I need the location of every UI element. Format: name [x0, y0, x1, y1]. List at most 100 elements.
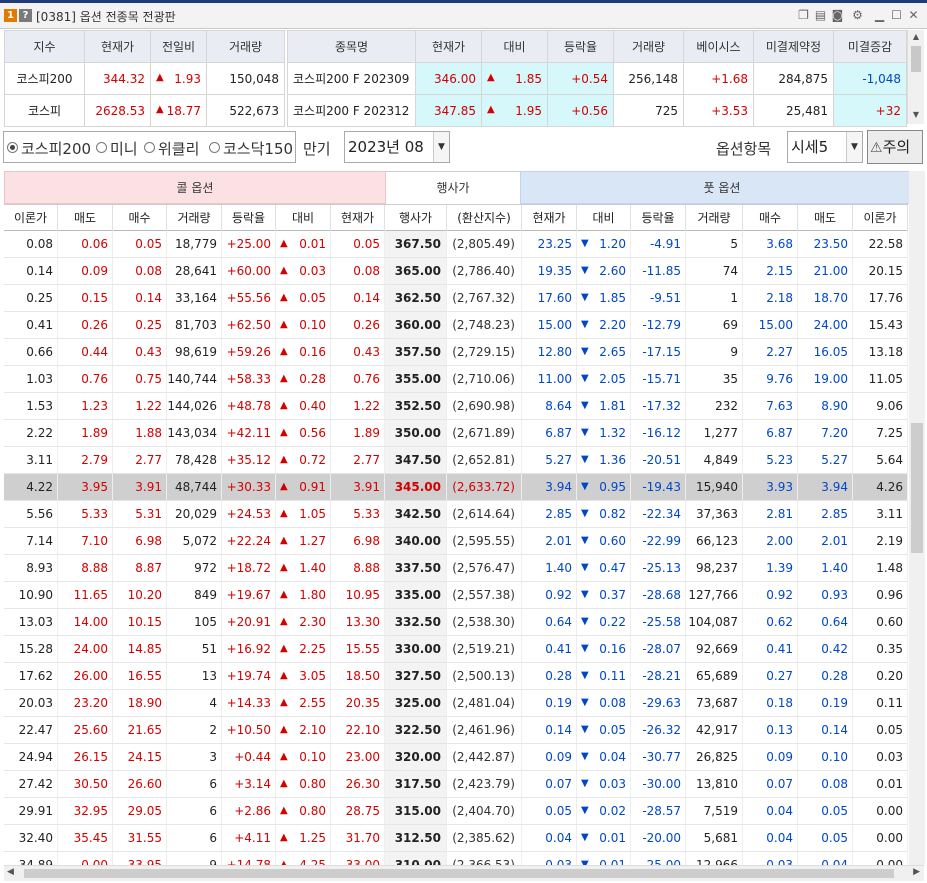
call-bid: 0.14: [113, 285, 167, 311]
up-arrow-icon: ▲: [280, 373, 288, 384]
screen-number-badge[interactable]: 1: [4, 9, 17, 22]
board-horizontal-scrollbar[interactable]: ◀ ▶: [4, 865, 924, 881]
put-rate: -26.32: [631, 717, 686, 743]
warning-button[interactable]: ⚠주의: [867, 130, 923, 164]
strike-row[interactable]: 17.62 26.00 16.55 13 +19.74 ▲ 3.05 18.50 327.50(…: [4, 663, 908, 690]
strike-row[interactable]: 13.03 14.00 10.15 105 +20.91 ▲ 2.30 13.30 332.50…: [4, 609, 908, 636]
col-call-theoretical[interactable]: 이론가: [4, 205, 58, 231]
put-change: ▼ 2.60: [577, 258, 631, 284]
put-rate: -28.21: [631, 663, 686, 689]
strike-row[interactable]: 34.89 0.00 33.95 9 +14.78 ▲ 4.25 33.00 310.00 (2,…: [4, 852, 908, 865]
strike-row[interactable]: 0.66 0.44 0.43 98,619 +59.26 ▲ 0.16 0.43 357.50(…: [4, 339, 908, 366]
radio-empty-icon: [144, 142, 155, 153]
copy-icon[interactable]: ❐: [797, 8, 810, 22]
settings-icon[interactable]: ⚙: [851, 8, 864, 22]
col-put-bid[interactable]: 매수: [743, 205, 798, 231]
up-arrow-icon: ▲: [280, 427, 288, 438]
call-change: ▲ 1.27: [276, 528, 331, 554]
col-put-volume[interactable]: 거래량: [686, 205, 743, 231]
strike-row[interactable]: 22.47 25.60 21.65 2 +10.50 ▲ 2.10 22.10 322.50 (2…: [4, 717, 908, 744]
option-items-select[interactable]: 시세5 ▼: [787, 131, 863, 163]
strike-row[interactable]: 15.28 24.00 14.85 51 +16.92 ▲ 2.25 15.55 330.00(…: [4, 636, 908, 663]
strike-row[interactable]: 1.53 1.23 1.22 144,026 +48.78 ▲ 0.40 1.22 352.50…: [4, 393, 908, 420]
strike-row[interactable]: 20.03 23.20 18.90 4 +14.33 ▲ 2.55 20.35 325.00 (2…: [4, 690, 908, 717]
call-change-value: 2.10: [299, 723, 326, 737]
strike-row[interactable]: 32.40 35.45 31.55 6 +4.11 ▲ 1.25 31.70 312.50 (2,…: [4, 825, 908, 852]
col-put-price[interactable]: 현재가: [522, 205, 577, 231]
col-call-bid[interactable]: 매수: [113, 205, 167, 231]
put-change: ▼ 0.04: [577, 744, 631, 770]
strike-row[interactable]: 24.94 26.15 24.15 3 +0.44 ▲ 0.10 23.00 320.00 (2,…: [4, 744, 908, 771]
call-price: 3.91: [331, 474, 385, 500]
call-rate: +55.56: [222, 285, 276, 311]
call-volume: 48,744: [167, 474, 222, 500]
strike-price: 352.50: [385, 393, 447, 419]
col-call-volume[interactable]: 거래량: [167, 205, 222, 231]
index-row[interactable]: 코스피200 344.32 ▲ 1.93 150,048: [4, 62, 285, 95]
strike-row[interactable]: 29.91 32.95 29.05 6 +2.86 ▲ 0.80 28.75 315.00 (2,…: [4, 798, 908, 825]
strike-row[interactable]: 10.90 11.65 10.20 849 +19.67 ▲ 1.80 10.95 335.00…: [4, 582, 908, 609]
strike-row[interactable]: 7.14 7.10 6.98 5,072 +22.24 ▲ 1.27 6.98 340.00 (2…: [4, 528, 908, 555]
call-price: 26.30: [331, 771, 385, 797]
maximize-icon[interactable]: ☐: [890, 8, 903, 22]
call-rate: +25.00: [222, 231, 276, 257]
col-call-rate[interactable]: 등락율: [222, 205, 276, 231]
camera-icon[interactable]: ◙: [831, 8, 844, 22]
index-row[interactable]: 코스피 2628.53 ▲ 18.77 522,673: [4, 94, 285, 127]
col-call-price[interactable]: 현재가: [331, 205, 385, 231]
chevron-down-icon[interactable]: ▼: [846, 132, 862, 162]
board-vertical-scrollbar[interactable]: [909, 171, 925, 865]
col-call-change[interactable]: 대비: [276, 205, 331, 231]
col-put-theoretical[interactable]: 이론가: [853, 205, 908, 231]
index-volume: 150,048: [206, 62, 285, 95]
scroll-up-icon[interactable]: ▲: [908, 32, 924, 41]
col-put-change[interactable]: 대비: [577, 205, 631, 231]
strike-row[interactable]: 0.14 0.09 0.08 28,641 +60.00 ▲ 0.03 0.08 365.00(…: [4, 258, 908, 285]
close-icon[interactable]: ✕: [907, 8, 920, 22]
scroll-right-icon[interactable]: ▶: [913, 867, 920, 877]
strike-row[interactable]: 2.22 1.89 1.88 143,034 +42.11 ▲ 0.56 1.89 350.00…: [4, 420, 908, 447]
put-price: 12.80: [522, 339, 577, 365]
col-strike[interactable]: 행사가: [385, 205, 447, 231]
put-rate: -19.43: [631, 474, 686, 500]
scroll-thumb[interactable]: [911, 423, 923, 553]
strike-row[interactable]: 8.93 8.88 8.87 972 +18.72 ▲ 1.40 8.88 337.50 (2,5…: [4, 555, 908, 582]
expiry-select[interactable]: 2023년 08 ▼: [344, 131, 450, 163]
scroll-down-icon[interactable]: ▼: [908, 110, 924, 119]
call-change: ▲ 2.55: [276, 690, 331, 716]
scroll-thumb[interactable]: [911, 46, 921, 72]
radio-mini[interactable]: 미니: [96, 138, 138, 159]
window-icon[interactable]: ▤: [814, 8, 827, 22]
strike-row[interactable]: 0.25 0.15 0.14 33,164 +55.56 ▲ 0.05 0.14 362.50(…: [4, 285, 908, 312]
futures-change-cell: ▲ 1.85: [481, 62, 548, 95]
strike-row[interactable]: 1.03 0.76 0.75 140,744 +58.33 ▲ 0.28 0.76 355.00…: [4, 366, 908, 393]
strike-row[interactable]: 0.08 0.06 0.05 18,779 +25.00 ▲ 0.01 0.05 367.50(…: [4, 231, 908, 258]
put-rate: -17.15: [631, 339, 686, 365]
help-badge[interactable]: ?: [19, 9, 32, 22]
col-call-ask[interactable]: 매도: [58, 205, 113, 231]
scroll-thumb[interactable]: [24, 869, 894, 878]
radio-label: 코스닥150: [223, 140, 294, 158]
minimize-icon[interactable]: ▁: [873, 8, 886, 22]
col-converted-index[interactable]: (환산지수): [447, 205, 522, 231]
atm-row[interactable]: 4.22 3.95 3.91 48,744 +30.33 ▲ 0.91 3.91 345.00(…: [4, 474, 908, 501]
col-put-rate[interactable]: 등락율: [631, 205, 686, 231]
radio-weekly[interactable]: 위클리: [144, 138, 199, 159]
chevron-down-icon[interactable]: ▼: [433, 132, 449, 162]
call-change: ▲ 0.56: [276, 420, 331, 446]
radio-kospi200[interactable]: 코스피200: [7, 138, 91, 159]
down-arrow-icon: ▼: [581, 265, 589, 276]
call-rate: +19.67: [222, 582, 276, 608]
radio-kosdaq150[interactable]: 코스닥150: [209, 138, 293, 159]
futures-row[interactable]: 코스피200 F 202312 347.85 ▲ 1.95 +0.56 725 +…: [287, 94, 907, 127]
strike-row[interactable]: 5.56 5.33 5.31 20,029 +24.53 ▲ 1.05 5.33 342.50(…: [4, 501, 908, 528]
scroll-left-icon[interactable]: ◀: [7, 867, 14, 877]
call-volume: 144,026: [167, 393, 222, 419]
strike-row[interactable]: 0.41 0.26 0.25 81,703 +62.50 ▲ 0.10 0.26 360.00(…: [4, 312, 908, 339]
call-rate: +19.74: [222, 663, 276, 689]
col-put-ask[interactable]: 매도: [798, 205, 853, 231]
strike-row[interactable]: 3.11 2.79 2.77 78,428 +35.12 ▲ 0.72 2.77 347.50(…: [4, 447, 908, 474]
futures-scrollbar[interactable]: ▲ ▼: [907, 30, 924, 124]
strike-row[interactable]: 27.42 30.50 26.60 6 +3.14 ▲ 0.80 26.30 317.50 (2,…: [4, 771, 908, 798]
futures-row[interactable]: 코스피200 F 202309 346.00 ▲ 1.85 +0.54 256,1…: [287, 62, 907, 95]
